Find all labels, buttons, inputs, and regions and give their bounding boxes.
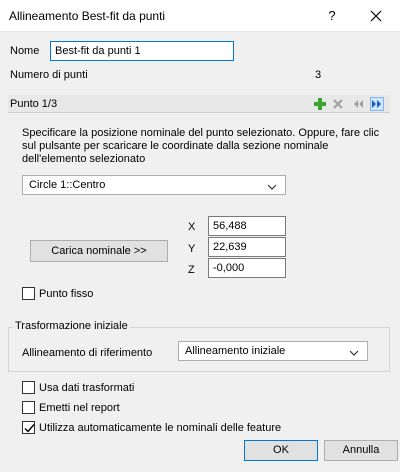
- report-label: Emetti nel report: [39, 402, 120, 414]
- fixed-point-checkbox[interactable]: [22, 287, 35, 300]
- point-section-header: Punto 1/3: [8, 95, 390, 113]
- ok-button[interactable]: OK: [244, 440, 318, 461]
- z-input[interactable]: -0,000: [208, 258, 286, 278]
- use-transformed-checkbox[interactable]: [22, 381, 35, 394]
- checkmark-icon: [24, 424, 35, 433]
- name-input[interactable]: Best-fit da punti 1: [50, 41, 234, 61]
- use-transformed-label: Usa dati trasformati: [39, 382, 135, 394]
- x-input[interactable]: 56,488: [208, 216, 286, 236]
- initial-transform-title: Trasformazione iniziale: [13, 320, 130, 332]
- title-bar: Allineamento Best-fit da punti ?: [0, 0, 400, 32]
- help-button[interactable]: ?: [322, 6, 342, 26]
- reference-alignment-value: Allineamento iniziale: [185, 345, 286, 357]
- fixed-point-label: Punto fisso: [39, 288, 94, 300]
- feature-select[interactable]: Circle 1::Centro: [22, 175, 286, 195]
- window-title: Allineamento Best-fit da punti: [9, 9, 166, 23]
- previous-icon[interactable]: [351, 97, 365, 111]
- report-checkbox[interactable]: [22, 401, 35, 414]
- next-icon[interactable]: [370, 97, 384, 111]
- chevron-down-icon: [267, 180, 277, 190]
- point-count-value: 3: [315, 69, 322, 81]
- z-label: Z: [188, 264, 195, 276]
- plus-icon[interactable]: [313, 97, 327, 111]
- delete-x-icon[interactable]: [331, 97, 345, 111]
- point-count-label: Numero di punti: [10, 69, 88, 81]
- y-label: Y: [188, 243, 196, 255]
- close-icon[interactable]: [366, 6, 386, 26]
- load-nominal-button[interactable]: Carica nominale >>: [30, 240, 168, 262]
- feature-select-value: Circle 1::Centro: [29, 179, 106, 191]
- auto-nominals-checkbox[interactable]: [22, 421, 35, 434]
- x-label: X: [188, 221, 196, 233]
- name-label: Nome: [10, 45, 40, 57]
- auto-nominals-label: Utilizza automaticamente le nominali del…: [39, 422, 282, 434]
- y-input[interactable]: 22,639: [208, 237, 286, 257]
- chevron-down-icon: [349, 346, 359, 356]
- reference-alignment-select[interactable]: Allineamento iniziale: [178, 341, 368, 361]
- reference-alignment-label: Allineamento di riferimento: [22, 347, 153, 359]
- instructions-text: Specificare la posizione nominale del pu…: [22, 127, 380, 165]
- cancel-button[interactable]: Annulla: [324, 440, 398, 461]
- point-section-title: Punto 1/3: [10, 98, 58, 110]
